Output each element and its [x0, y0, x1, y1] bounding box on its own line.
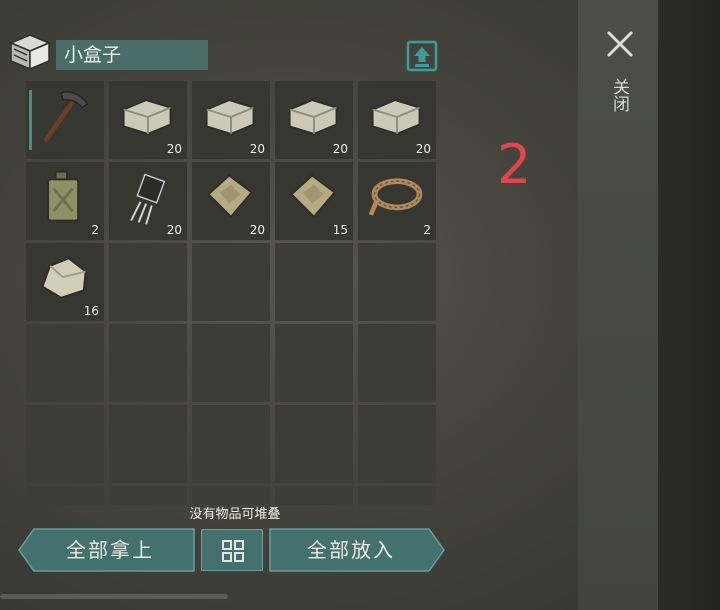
put-all-label[interactable]: 全部放入 — [272, 528, 430, 572]
item-count: 2 — [423, 223, 431, 237]
inventory-slot-jerrycan[interactable]: 2 — [26, 162, 104, 240]
item-count: 20 — [166, 223, 182, 237]
inventory-slot-cloth-scrap[interactable]: 20 — [192, 162, 270, 240]
inventory-slot-stone-block[interactable]: 20 — [109, 81, 187, 159]
inventory-slot-stone-block[interactable]: 20 — [192, 81, 270, 159]
inventory-slot-empty[interactable] — [109, 243, 187, 321]
transistor-icon — [130, 173, 166, 225]
inventory-slot-stone-block[interactable]: 20 — [275, 81, 353, 159]
cloth-scrap-icon — [207, 174, 253, 219]
item-count: 15 — [332, 223, 348, 237]
upload-icon[interactable] — [406, 40, 438, 72]
stone-block-icon — [205, 99, 255, 135]
inventory-slot-pickaxe[interactable] — [26, 81, 104, 159]
jerrycan-icon — [47, 170, 80, 222]
inventory-slot-rope[interactable]: 2 — [358, 162, 436, 240]
item-count: 2 — [91, 223, 99, 237]
inventory-slot-empty[interactable] — [358, 324, 436, 402]
page-number: 2 — [497, 133, 532, 196]
rope-icon — [368, 178, 423, 216]
inventory-slot-transistor[interactable]: 20 — [109, 162, 187, 240]
inventory-slot-empty[interactable] — [358, 486, 436, 505]
inventory-slot-stone[interactable]: 16 — [26, 243, 104, 321]
inventory-slot-empty[interactable] — [109, 405, 187, 483]
scrollbar[interactable] — [0, 594, 228, 599]
inventory-slot-empty[interactable] — [109, 324, 187, 402]
pickaxe-icon — [43, 91, 89, 142]
take-all-label[interactable]: 全部拿上 — [30, 528, 190, 572]
item-count: 20 — [332, 142, 348, 156]
stack-status-text: 没有物品可堆叠 — [189, 507, 281, 522]
inventory-slot-empty[interactable] — [26, 405, 104, 483]
inventory-slot-empty[interactable] — [192, 243, 270, 321]
item-count: 20 — [249, 223, 265, 237]
inventory-slot-empty[interactable] — [109, 486, 187, 505]
stone-block-icon — [122, 99, 172, 135]
item-count: 16 — [83, 304, 99, 318]
inventory-slot-empty[interactable] — [192, 324, 270, 402]
selection-indicator — [29, 90, 32, 150]
inventory-slot-empty[interactable] — [192, 405, 270, 483]
right-edge-panel — [658, 0, 720, 610]
container-title: 小盒子 — [56, 40, 208, 70]
inventory-slot-empty[interactable] — [26, 486, 104, 505]
item-count: 20 — [249, 142, 265, 156]
storage-box-icon — [9, 34, 51, 71]
inventory-grid: 20 20 20 20 2 20 20 15 2 16 — [26, 81, 438, 505]
close-icon[interactable] — [604, 28, 636, 60]
inventory-slot-empty[interactable] — [358, 243, 436, 321]
inventory-slot-cloth-scrap[interactable]: 15 — [275, 162, 353, 240]
cloth-scrap-icon — [290, 174, 336, 219]
inventory-slot-empty[interactable] — [275, 243, 353, 321]
stone-icon — [41, 257, 87, 299]
inventory-slot-empty[interactable] — [192, 486, 270, 505]
inventory-slot-empty[interactable] — [358, 405, 436, 483]
sort-button[interactable] — [201, 529, 263, 571]
stone-block-icon — [288, 99, 338, 135]
stone-block-icon — [371, 99, 421, 135]
sort-grid-icon — [222, 540, 244, 562]
inventory-slot-stone-block[interactable]: 20 — [358, 81, 436, 159]
close-label[interactable]: 关闭 — [609, 78, 630, 112]
item-count: 20 — [166, 142, 182, 156]
inventory-slot-empty[interactable] — [275, 324, 353, 402]
inventory-slot-empty[interactable] — [275, 405, 353, 483]
inventory-slot-empty[interactable] — [275, 486, 353, 505]
inventory-slot-empty[interactable] — [26, 324, 104, 402]
item-count: 20 — [415, 142, 431, 156]
